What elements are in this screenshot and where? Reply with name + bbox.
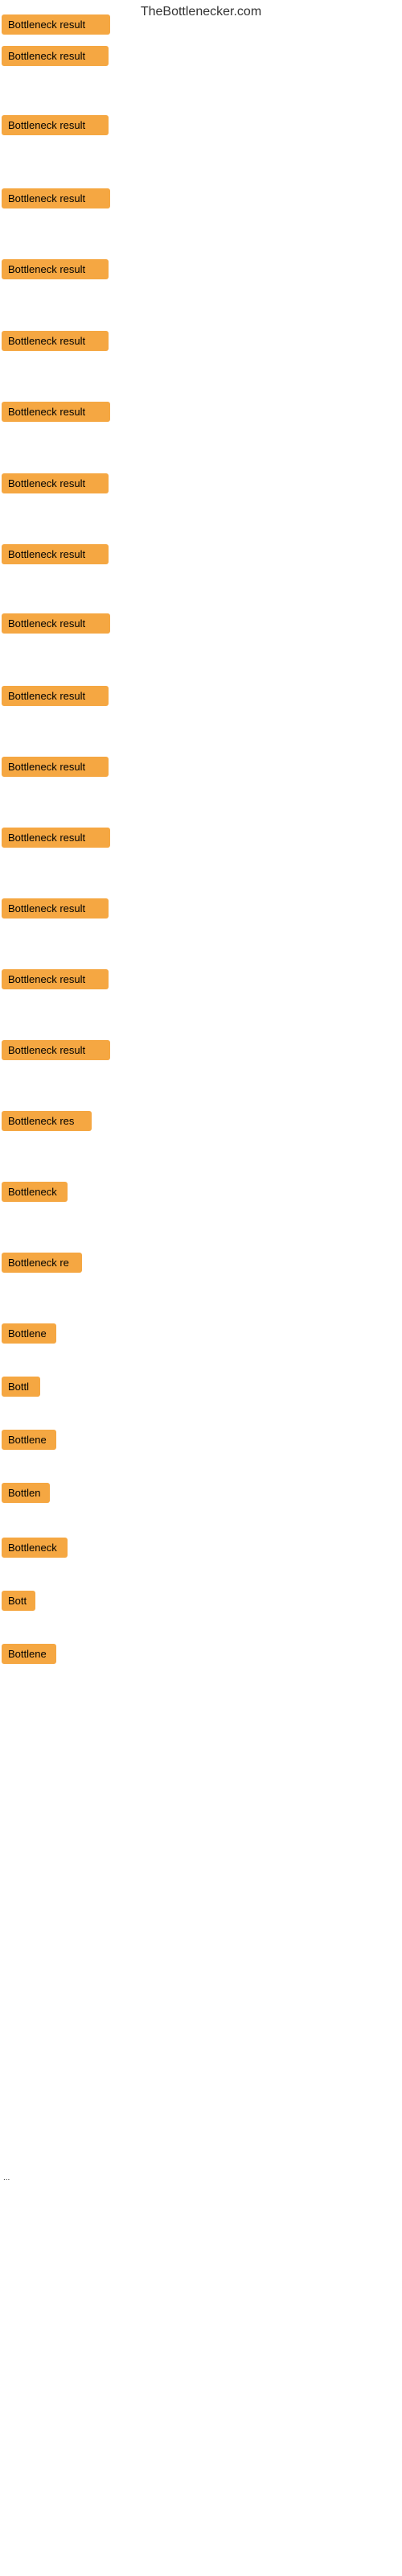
bottleneck-badge-9[interactable]: Bottleneck result — [2, 544, 109, 564]
bottleneck-badge-25[interactable]: Bott — [2, 1591, 35, 1611]
bottleneck-badge-23[interactable]: Bottlen — [2, 1483, 50, 1503]
bottleneck-item-20: Bottlene — [2, 1323, 56, 1348]
bottleneck-item-5: Bottleneck result — [2, 259, 109, 283]
bottleneck-item-4: Bottleneck result — [2, 188, 110, 213]
bottleneck-item-17: Bottleneck res — [2, 1111, 92, 1135]
bottleneck-item-26: Bottlene — [2, 1644, 56, 1668]
bottleneck-item-13: Bottleneck result — [2, 828, 110, 852]
bottleneck-item-25: Bott — [2, 1591, 35, 1615]
bottleneck-badge-6[interactable]: Bottleneck result — [2, 331, 109, 351]
bottleneck-item-2: Bottleneck result — [2, 46, 109, 70]
bottleneck-badge-20[interactable]: Bottlene — [2, 1323, 56, 1344]
page-wrapper: TheBottlenecker.com Bottleneck resultBot… — [0, 0, 402, 2576]
bottleneck-badge-10[interactable]: Bottleneck result — [2, 613, 110, 634]
bottleneck-item-15: Bottleneck result — [2, 969, 109, 993]
bottleneck-badge-2[interactable]: Bottleneck result — [2, 46, 109, 66]
bottleneck-item-16: Bottleneck result — [2, 1040, 110, 1064]
dots-indicator: ... — [3, 2174, 10, 2182]
bottleneck-item-1: Bottleneck result — [2, 14, 110, 39]
bottleneck-badge-19[interactable]: Bottleneck re — [2, 1253, 82, 1273]
bottleneck-item-7: Bottleneck result — [2, 402, 110, 426]
bottleneck-badge-11[interactable]: Bottleneck result — [2, 686, 109, 706]
bottleneck-item-21: Bottl — [2, 1377, 40, 1401]
bottleneck-item-12: Bottleneck result — [2, 757, 109, 781]
bottleneck-badge-16[interactable]: Bottleneck result — [2, 1040, 110, 1060]
bottleneck-item-8: Bottleneck result — [2, 473, 109, 497]
bottleneck-badge-22[interactable]: Bottlene — [2, 1430, 56, 1450]
bottleneck-badge-3[interactable]: Bottleneck result — [2, 115, 109, 135]
bottleneck-badge-24[interactable]: Bottleneck — [2, 1538, 68, 1558]
bottleneck-item-10: Bottleneck result — [2, 613, 110, 638]
bottleneck-item-6: Bottleneck result — [2, 331, 109, 355]
bottleneck-item-11: Bottleneck result — [2, 686, 109, 710]
bottleneck-item-9: Bottleneck result — [2, 544, 109, 568]
bottleneck-badge-21[interactable]: Bottl — [2, 1377, 40, 1397]
bottleneck-item-14: Bottleneck result — [2, 898, 109, 923]
bottleneck-badge-17[interactable]: Bottleneck res — [2, 1111, 92, 1131]
bottleneck-badge-7[interactable]: Bottleneck result — [2, 402, 110, 422]
bottleneck-badge-1[interactable]: Bottleneck result — [2, 14, 110, 35]
bottleneck-badge-26[interactable]: Bottlene — [2, 1644, 56, 1664]
bottleneck-item-3: Bottleneck result — [2, 115, 109, 139]
bottleneck-badge-12[interactable]: Bottleneck result — [2, 757, 109, 777]
bottleneck-badge-18[interactable]: Bottleneck — [2, 1182, 68, 1202]
bottleneck-badge-14[interactable]: Bottleneck result — [2, 898, 109, 919]
bottleneck-badge-13[interactable]: Bottleneck result — [2, 828, 110, 848]
bottleneck-item-22: Bottlene — [2, 1430, 56, 1454]
bottleneck-item-18: Bottleneck — [2, 1182, 68, 1206]
bottleneck-badge-8[interactable]: Bottleneck result — [2, 473, 109, 493]
bottleneck-item-23: Bottlen — [2, 1483, 50, 1507]
bottleneck-badge-4[interactable]: Bottleneck result — [2, 188, 110, 208]
bottleneck-badge-15[interactable]: Bottleneck result — [2, 969, 109, 989]
bottleneck-item-19: Bottleneck re — [2, 1253, 82, 1277]
bottleneck-item-24: Bottleneck — [2, 1538, 68, 1562]
bottleneck-badge-5[interactable]: Bottleneck result — [2, 259, 109, 279]
